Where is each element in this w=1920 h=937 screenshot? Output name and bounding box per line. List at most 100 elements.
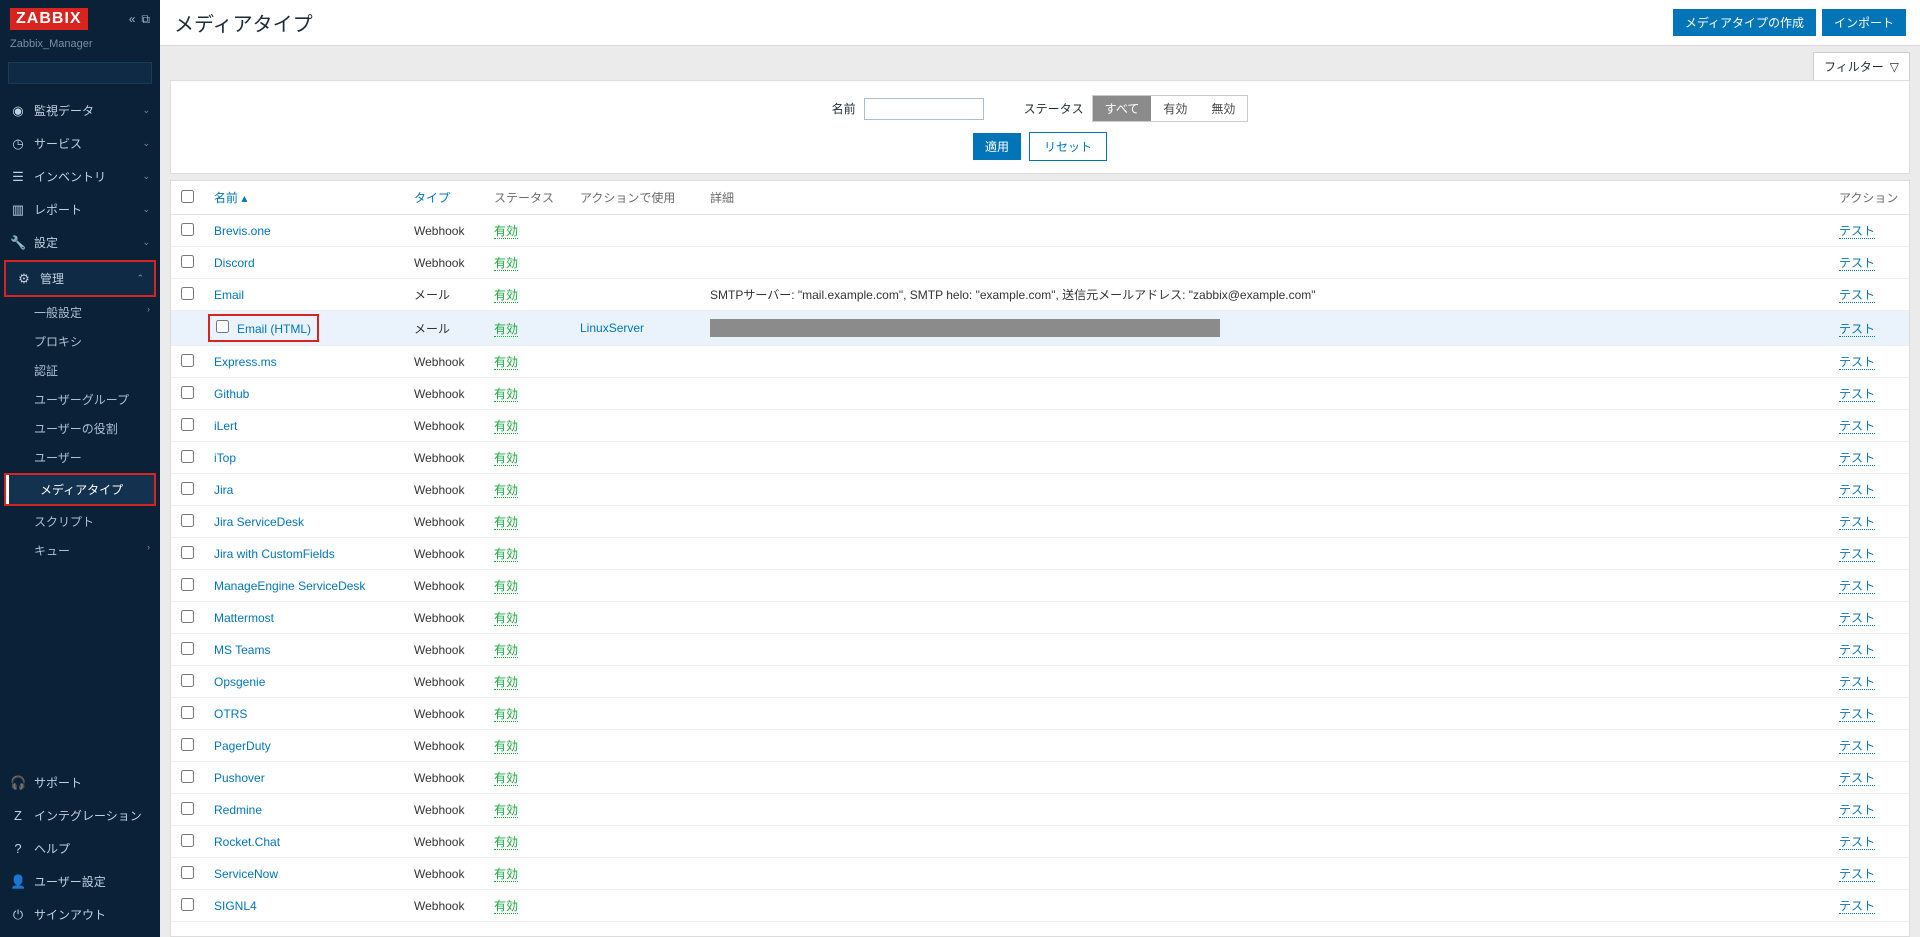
test-link[interactable]: テスト (1839, 611, 1875, 626)
status-link[interactable]: 有効 (494, 547, 518, 562)
test-link[interactable]: テスト (1839, 739, 1875, 754)
nav-admin[interactable]: ⚙管理⌃ (6, 262, 154, 295)
mediatype-link[interactable]: Opsgenie (214, 675, 265, 689)
row-checkbox[interactable] (181, 802, 194, 815)
status-link[interactable]: 有効 (494, 387, 518, 402)
row-checkbox[interactable] (181, 255, 194, 268)
nav-admin-general[interactable]: 一般設定› (0, 298, 160, 327)
test-link[interactable]: テスト (1839, 579, 1875, 594)
mediatype-link[interactable]: iTop (214, 451, 236, 465)
test-link[interactable]: テスト (1839, 256, 1875, 271)
mediatype-link[interactable]: Jira (214, 483, 233, 497)
status-link[interactable]: 有効 (494, 579, 518, 594)
row-checkbox[interactable] (181, 770, 194, 783)
status-link[interactable]: 有効 (494, 867, 518, 882)
mediatype-link[interactable]: Redmine (214, 803, 262, 817)
row-checkbox[interactable] (181, 223, 194, 236)
test-link[interactable]: テスト (1839, 899, 1875, 914)
status-link[interactable]: 有効 (494, 835, 518, 850)
status-link[interactable]: 有効 (494, 739, 518, 754)
test-link[interactable]: テスト (1839, 355, 1875, 370)
test-link[interactable]: テスト (1839, 643, 1875, 658)
status-link[interactable]: 有効 (494, 899, 518, 914)
row-checkbox[interactable] (181, 834, 194, 847)
mediatype-link[interactable]: Jira ServiceDesk (214, 515, 304, 529)
nav-admin-usergroups[interactable]: ユーザーグループ (0, 385, 160, 414)
mediatype-link[interactable]: Brevis.one (214, 224, 271, 238)
seg-all[interactable]: すべて (1093, 96, 1152, 121)
status-link[interactable]: 有効 (494, 611, 518, 626)
status-link[interactable]: 有効 (494, 419, 518, 434)
nav-admin-queue[interactable]: キュー› (0, 536, 160, 565)
row-checkbox[interactable] (181, 610, 194, 623)
status-link[interactable]: 有効 (494, 643, 518, 658)
mediatype-link[interactable]: Email (HTML) (237, 322, 311, 336)
status-link[interactable]: 有効 (494, 322, 518, 337)
status-link[interactable]: 有効 (494, 803, 518, 818)
nav-admin-mediatypes[interactable]: メディアタイプ (6, 475, 154, 504)
row-checkbox[interactable] (181, 546, 194, 559)
nav-services[interactable]: ◷サービス⌄ (0, 127, 160, 160)
seg-disabled[interactable]: 無効 (1199, 96, 1247, 121)
row-checkbox[interactable] (181, 674, 194, 687)
mediatype-link[interactable]: Express.ms (214, 355, 277, 369)
mediatype-link[interactable]: Mattermost (214, 611, 274, 625)
nav-admin-users[interactable]: ユーザー (0, 443, 160, 472)
mediatype-link[interactable]: OTRS (214, 707, 247, 721)
test-link[interactable]: テスト (1839, 451, 1875, 466)
status-link[interactable]: 有効 (494, 675, 518, 690)
nav-reports[interactable]: ▥レポート⌄ (0, 193, 160, 226)
logo[interactable]: ZABBIX (10, 8, 88, 30)
col-used[interactable]: アクションで使用 (570, 181, 700, 215)
mediatype-link[interactable]: Github (214, 387, 249, 401)
test-link[interactable]: テスト (1839, 675, 1875, 690)
nav-monitoring[interactable]: ◉監視データ⌄ (0, 94, 160, 127)
test-link[interactable]: テスト (1839, 867, 1875, 882)
col-detail[interactable]: 詳細 (700, 181, 1829, 215)
nav-integrations[interactable]: Zインテグレーション (0, 799, 160, 832)
status-link[interactable]: 有効 (494, 707, 518, 722)
status-link[interactable]: 有効 (494, 256, 518, 271)
mediatype-link[interactable]: iLert (214, 419, 237, 433)
mediatype-link[interactable]: Rocket.Chat (214, 835, 280, 849)
row-checkbox[interactable] (181, 287, 194, 300)
row-checkbox[interactable] (181, 514, 194, 527)
status-link[interactable]: 有効 (494, 451, 518, 466)
test-link[interactable]: テスト (1839, 547, 1875, 562)
mediatype-link[interactable]: ManageEngine ServiceDesk (214, 579, 365, 593)
mediatype-link[interactable]: PagerDuty (214, 739, 271, 753)
nav-config[interactable]: 🔧設定⌄ (0, 226, 160, 259)
status-link[interactable]: 有効 (494, 515, 518, 530)
nav-help[interactable]: ?ヘルプ (0, 832, 160, 865)
test-link[interactable]: テスト (1839, 803, 1875, 818)
test-link[interactable]: テスト (1839, 835, 1875, 850)
row-checkbox[interactable] (181, 386, 194, 399)
status-link[interactable]: 有効 (494, 288, 518, 303)
search-input[interactable] (15, 66, 160, 80)
action-link[interactable]: LinuxServer (580, 321, 644, 335)
nav-admin-scripts[interactable]: スクリプト (0, 507, 160, 536)
select-all-checkbox[interactable] (181, 190, 194, 203)
mediatype-link[interactable]: Discord (214, 256, 255, 270)
mediatype-link[interactable]: Pushover (214, 771, 265, 785)
row-checkbox[interactable] (181, 578, 194, 591)
test-link[interactable]: テスト (1839, 322, 1875, 337)
test-link[interactable]: テスト (1839, 288, 1875, 303)
nav-inventory[interactable]: ☰インベントリ⌄ (0, 160, 160, 193)
test-link[interactable]: テスト (1839, 483, 1875, 498)
import-button[interactable]: インポート (1822, 9, 1906, 36)
row-checkbox[interactable] (181, 418, 194, 431)
reset-button[interactable]: リセット (1029, 132, 1107, 161)
test-link[interactable]: テスト (1839, 224, 1875, 239)
filter-name-input[interactable] (864, 98, 984, 120)
status-link[interactable]: 有効 (494, 224, 518, 239)
popout-icon[interactable]: ⧉ (141, 12, 150, 27)
status-link[interactable]: 有効 (494, 771, 518, 786)
col-status[interactable]: ステータス (484, 181, 570, 215)
search-box[interactable]: ⌕ (8, 62, 152, 84)
row-checkbox[interactable] (181, 898, 194, 911)
col-type[interactable]: タイプ (404, 181, 484, 215)
nav-admin-proxy[interactable]: プロキシ (0, 327, 160, 356)
apply-button[interactable]: 適用 (973, 133, 1021, 160)
row-checkbox[interactable] (181, 706, 194, 719)
